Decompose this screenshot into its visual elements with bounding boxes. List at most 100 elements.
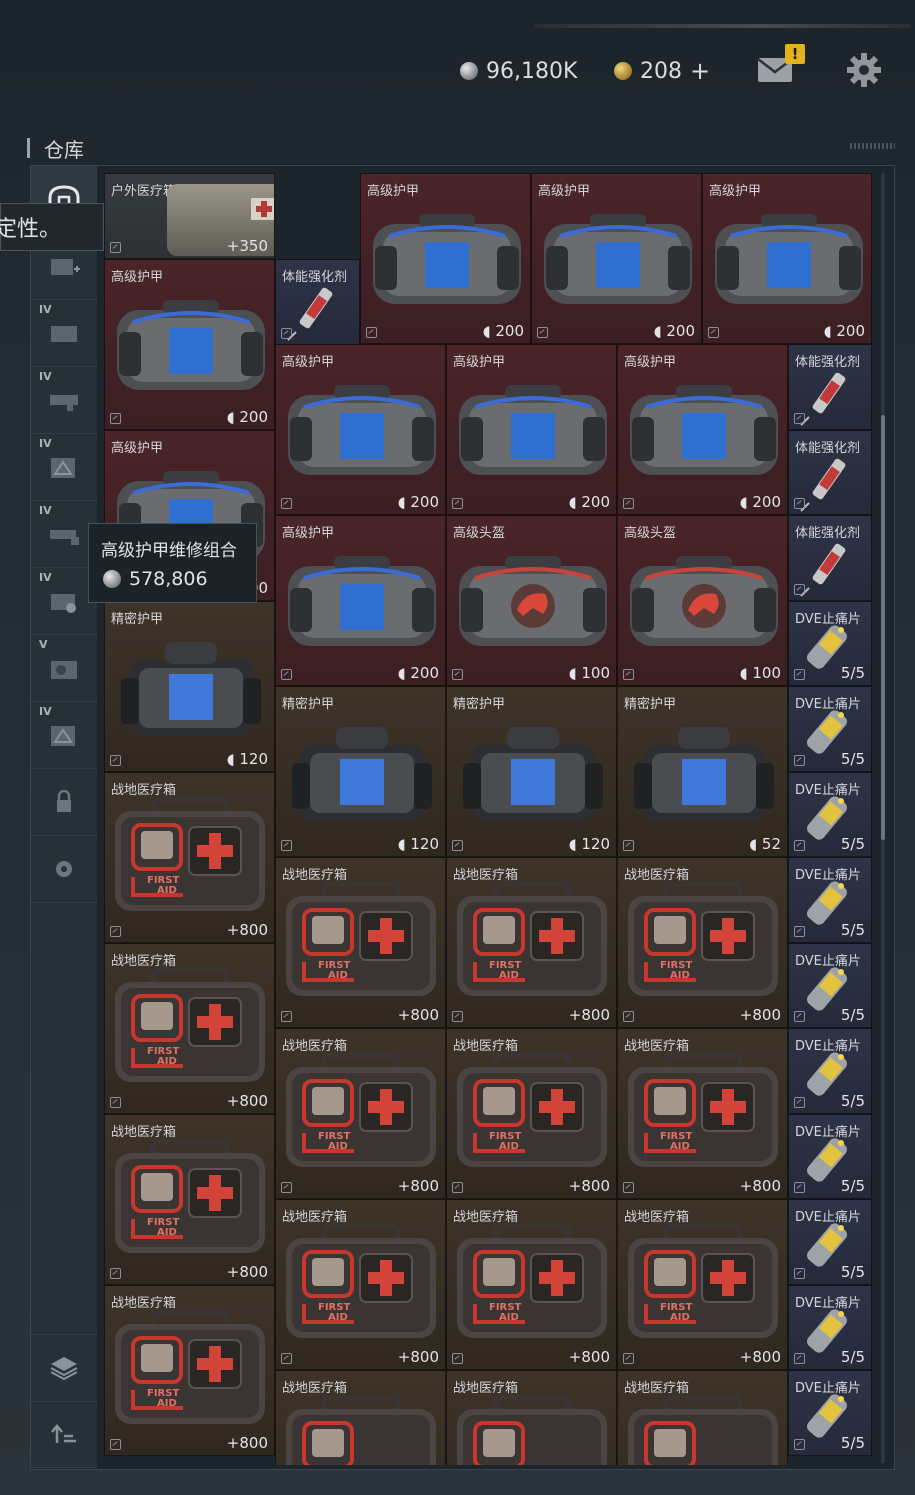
bind-icon [452,1353,463,1364]
item-durability: ◖ 200 [568,493,610,511]
bind-icon [110,1097,121,1108]
item-cell[interactable]: 战地医疗箱 FIRST AID +800 [617,1199,788,1370]
item-cell[interactable]: 精密护甲 ◖ 52 [617,686,788,857]
item-durability: ◖ 200 [823,322,865,340]
item-cell[interactable]: 高级头盔 ◖ 100 [446,515,617,686]
storage-weapon2-icon [50,530,79,545]
title-accent-bar [27,138,30,158]
sidebar-item-tab4[interactable]: IV [31,434,97,501]
tooltip-price: 578,806 [103,568,208,590]
add-gold-button[interactable]: + [690,57,710,85]
bind-icon [110,413,121,424]
grid-scrollbar-thumb[interactable] [881,415,885,840]
item-cell[interactable]: 战地医疗箱 FIRST AID +800 [104,1285,275,1456]
item-quantity: +800 [739,1177,781,1195]
sidebar-item-tab2[interactable]: IV [31,300,97,367]
item-cell[interactable]: 户外医疗箱 +350 [104,173,275,259]
item-cell[interactable]: 精密护甲 ◖ 120 [275,686,446,857]
item-cell[interactable]: 高级护甲 ◖ 200 [446,344,617,515]
item-cell[interactable]: 高级头盔 ◖ 100 [617,515,788,686]
sidebar-item-layers[interactable] [31,1334,97,1402]
first-aid-kit-icon: FIRST AID [626,1223,780,1342]
item-cell[interactable]: 高级护甲 ◖ 200 [531,173,702,344]
item-name: 高级护甲 [282,526,335,541]
item-cell[interactable]: 体能强化剂 [788,430,872,515]
first-aid-kit-icon [626,1394,780,1465]
item-cell[interactable]: 战地医疗箱 FIRST AID +800 [617,1028,788,1199]
item-name: 战地医疗箱 [624,1210,690,1225]
item-cell[interactable]: 高级护甲 ◖ 200 [617,344,788,515]
storage-triangle-icon [51,458,75,478]
tooltip-title: 高级护甲维修组合 [101,541,237,561]
item-cell[interactable]: 精密护甲 ◖ 120 [104,601,275,772]
svg-text:AID: AID [157,885,177,896]
svg-text:AID: AID [499,1141,519,1152]
settings-gear-icon[interactable] [846,52,882,88]
item-cell[interactable]: 战地医疗箱 FIRST AID +800 [275,1028,446,1199]
item-quantity: +800 [226,1434,268,1452]
item-cell[interactable]: DVE止痛片 5/5 [788,857,872,943]
item-cell[interactable]: DVE止痛片 5/5 [788,1114,872,1199]
item-cell[interactable]: DVE止痛片 5/5 [788,1370,872,1456]
item-durability: ◖ 120 [226,750,268,768]
gold-currency[interactable]: 208 + [614,56,710,86]
item-durability: ◖ 200 [653,322,695,340]
armor-bag-icon [711,212,867,308]
item-quantity: +800 [226,1092,268,1110]
helmet-bag-icon [455,554,611,650]
sidebar-item-lock[interactable] [31,769,97,836]
sidebar-item-tab7[interactable]: V [31,635,97,702]
item-cell[interactable]: DVE止痛片 5/5 [788,1028,872,1114]
item-name: 高级头盔 [453,526,506,541]
item-cell[interactable]: 战地医疗箱 FIRST AID +800 [446,1028,617,1199]
sidebar-item-sort[interactable] [31,1401,97,1468]
item-cell[interactable]: DVE止痛片 5/5 [788,686,872,772]
item-cell[interactable]: DVE止痛片 5/5 [788,943,872,1028]
sidebar-item-settings[interactable] [31,836,97,903]
svg-text:AID: AID [328,1312,348,1323]
durability-value: 200 [495,322,524,340]
item-cell[interactable]: 战地医疗箱 FIRST AID +800 [275,1199,446,1370]
item-name: 高级护甲 [453,355,506,370]
svg-text:AID: AID [670,970,690,981]
item-cell[interactable]: DVE止痛片 5/5 [788,772,872,857]
armor-bag-icon [626,383,782,479]
storage-camera-icon [51,661,77,679]
item-cell[interactable]: 精密护甲 ◖ 120 [446,686,617,857]
title-decor [850,143,895,149]
item-cell[interactable]: 高级护甲 ◖ 200 [275,344,446,515]
armor-bag-icon [284,383,440,479]
item-cell[interactable]: DVE止痛片 5/5 [788,1285,872,1370]
gear-icon [56,861,72,877]
item-name: 战地医疗箱 [111,783,177,798]
sidebar-item-tab3[interactable]: IV [31,367,97,434]
item-cell[interactable]: 战地医疗箱 FIRST AID +800 [617,857,788,1028]
item-cell[interactable]: 战地医疗箱 FIRST AID +800 [104,943,275,1114]
bind-icon [110,1268,121,1279]
item-name: 高级护甲 [709,184,762,199]
first-aid-kit-icon: FIRST AID [455,1052,609,1171]
item-cell[interactable]: 高级护甲 ◖ 200 [104,259,275,430]
item-cell[interactable]: 战地医疗箱 [446,1370,617,1465]
item-quantity: +800 [226,1263,268,1281]
item-cell[interactable]: 战地医疗箱 FIRST AID +800 [446,857,617,1028]
item-cell[interactable]: 体能强化剂 [275,259,360,345]
item-cell[interactable]: 体能强化剂 [788,344,872,430]
item-cell[interactable]: 战地医疗箱 [275,1370,446,1465]
first-aid-kit-icon: FIRST AID [626,881,780,1000]
item-cell[interactable]: 战地医疗箱 FIRST AID +800 [104,1114,275,1285]
first-aid-kit-icon [455,1394,609,1465]
item-cell[interactable]: 高级护甲 ◖ 200 [275,515,446,686]
item-cell[interactable]: 战地医疗箱 [617,1370,788,1465]
item-cell[interactable]: 高级护甲 ◖ 200 [702,173,872,344]
sidebar-item-tab8[interactable]: IV [31,702,97,769]
item-cell[interactable]: DVE止痛片 5/5 [788,1199,872,1285]
item-cell[interactable]: 高级护甲 ◖ 200 [360,173,531,344]
item-name: 战地医疗箱 [282,1210,348,1225]
item-cell[interactable]: 战地医疗箱 FIRST AID +800 [275,857,446,1028]
item-cell[interactable]: 体能强化剂 [788,515,872,601]
item-cell[interactable]: DVE止痛片 5/5 [788,601,872,686]
item-cell[interactable]: 战地医疗箱 FIRST AID +800 [446,1199,617,1370]
item-cell[interactable]: 战地医疗箱 FIRST AID +800 [104,772,275,943]
warehouse-header: 仓库 [27,134,84,162]
